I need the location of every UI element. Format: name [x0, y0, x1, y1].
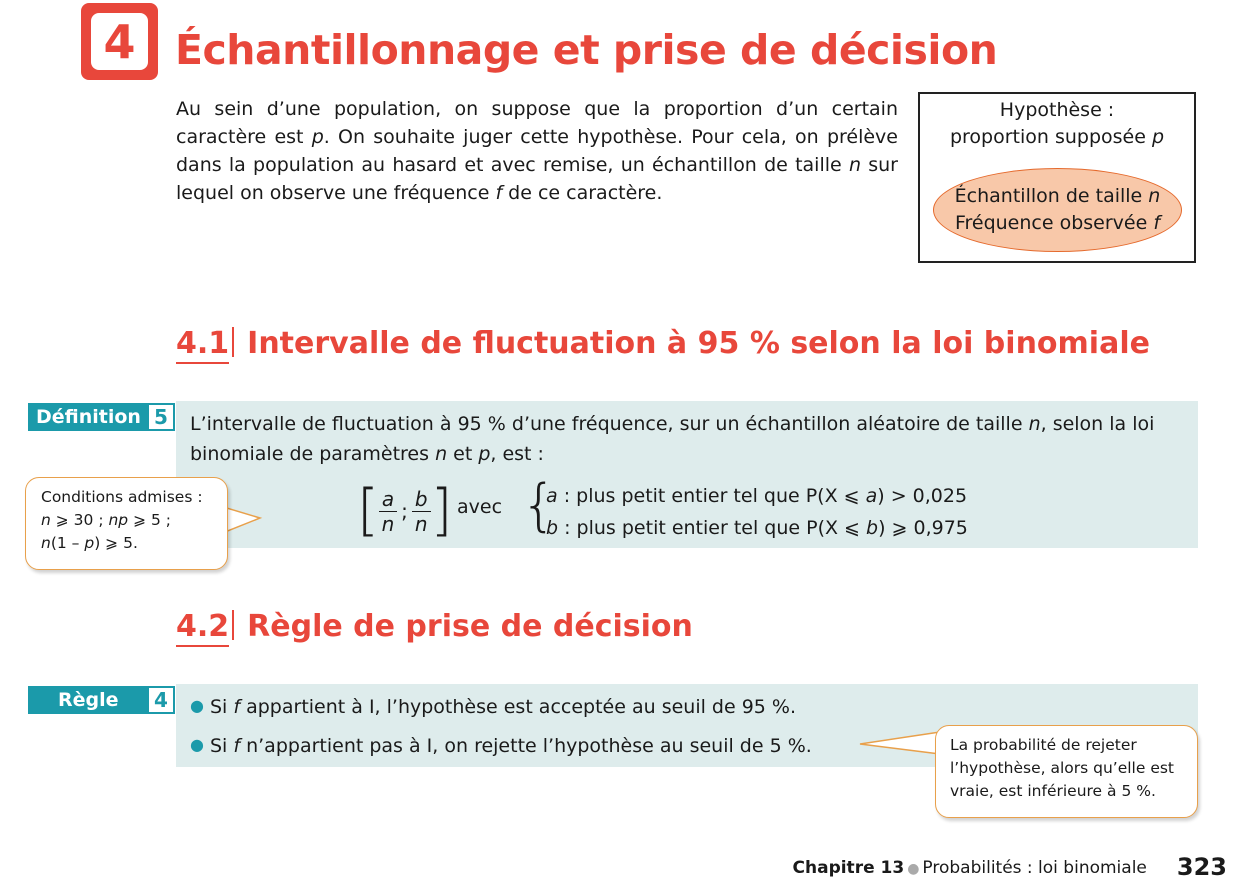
- fraction-numerator: b: [411, 487, 431, 512]
- definition-text: L’intervalle de fluctuation à 95 % d’une…: [190, 409, 1190, 469]
- rule-tag-label: Règle: [58, 689, 119, 711]
- intro-var-n: n: [848, 154, 861, 176]
- fraction-denominator: n: [414, 511, 428, 536]
- subsection-title: Intervalle de fluctuation à 95 % selon l…: [247, 326, 1150, 361]
- callout-var: n: [41, 511, 51, 529]
- sample-size-text: Échantillon de taille: [954, 185, 1149, 207]
- intro-text: de ce caractère.: [502, 182, 663, 204]
- rule-tag-number: 4: [149, 688, 173, 712]
- fraction-b-over-n: bn: [411, 487, 431, 536]
- section-number-badge: 4: [81, 3, 158, 80]
- fraction-numerator: a: [378, 487, 398, 512]
- page-footer: Chapitre 13 ● Probabilités : loi binomiale…: [793, 853, 1227, 881]
- conditions-callout-title: Conditions admises :: [41, 488, 203, 506]
- subsection-divider: [232, 610, 237, 640]
- page-number: 323: [1176, 853, 1227, 881]
- definition-tag-number: 5: [149, 405, 173, 429]
- footer-chapter: Chapitre 13: [792, 858, 905, 878]
- conditions-callout-line: n ⩾ 30 ; np ⩾ 5 ;: [41, 509, 227, 532]
- subsection-4-1-heading: 4.1 Intervalle de fluctuation à 95 % selo…: [176, 326, 1150, 364]
- hypothesis-var-p: p: [1151, 126, 1165, 148]
- right-bracket: ]: [430, 478, 453, 543]
- callout-var: p: [84, 534, 95, 552]
- avec-label: avec: [457, 496, 503, 518]
- rule-callout-pointer: [859, 731, 941, 755]
- conditions-callout-line: n(1 – p) ⩾ 5.: [41, 532, 227, 555]
- rule-callout-line: La probabilité de rejeter: [950, 736, 1137, 754]
- definition-tag-label: Définition: [36, 406, 141, 428]
- callout-var: np: [108, 511, 129, 529]
- subsection-title: Règle de prise de décision: [247, 609, 693, 644]
- fraction-denominator: n: [381, 511, 395, 536]
- fraction-separator: ;: [401, 499, 408, 523]
- callout-text: (1 –: [50, 534, 85, 552]
- definition-var-p: p: [478, 443, 491, 465]
- rule-text: n’appartient pas à I, on rejette l’hypot…: [240, 735, 812, 757]
- intro-var-p: p: [311, 126, 324, 148]
- fraction-a-over-n: an: [378, 487, 398, 536]
- definition-text-part: et: [447, 443, 479, 465]
- hypothesis-proportion: proportion supposée p: [920, 124, 1194, 151]
- callout-var: n: [41, 534, 51, 552]
- definition-var-n: n: [1028, 413, 1041, 435]
- sample-var-n: n: [1148, 185, 1161, 207]
- definition-tag: Définition 5: [28, 403, 175, 431]
- subsection-4-2-heading: 4.2 Règle de prise de décision: [176, 609, 693, 647]
- condition-text: ) > 0,025: [877, 485, 968, 507]
- observed-frequency-line: Fréquence observée f: [955, 210, 1160, 237]
- condition-var: b: [866, 517, 879, 539]
- rule-callout-line: vraie, est inférieure à 5 %.: [950, 782, 1156, 800]
- rule-callout: La probabilité de rejeter l’hypothèse, a…: [935, 725, 1198, 818]
- sample-var-f: f: [1153, 212, 1161, 234]
- sample-size-line: Échantillon de taille n: [955, 183, 1161, 210]
- section-title: Échantillonnage et prise de décision: [175, 26, 998, 74]
- conditions-callout: Conditions admises : n ⩾ 30 ; np ⩾ 5 ; n…: [25, 477, 228, 570]
- rule-item-accept: ● Si f appartient à I, l’hypothèse est ac…: [190, 696, 796, 718]
- sample-ellipse: Échantillon de taille n Fréquence observ…: [933, 168, 1182, 252]
- subsection-divider: [232, 327, 237, 357]
- rule-text: Si: [209, 696, 234, 718]
- condition-text: ) ⩾ 0,975: [878, 517, 968, 539]
- subsection-number: 4.2: [176, 609, 230, 647]
- observed-frequency-text: Fréquence observée: [954, 212, 1154, 234]
- rule-callout-line: l’hypothèse, alors qu’elle est: [950, 759, 1175, 777]
- rule-item-reject: ● Si f n’appartient pas à I, on rejette l…: [190, 735, 812, 757]
- rule-tag: Règle 4: [28, 686, 175, 714]
- bullet-icon: ●: [190, 735, 204, 754]
- condition-var: a: [546, 485, 558, 507]
- subsection-number: 4.1: [176, 326, 230, 364]
- interval-formula: [ an ; bn ]: [357, 480, 452, 542]
- section-number: 4: [91, 13, 148, 70]
- definition-text-part: , est :: [490, 443, 544, 465]
- callout-text: ⩾ 5 ;: [128, 511, 171, 529]
- footer-dot-icon: ●: [907, 861, 920, 877]
- left-bracket: [: [357, 478, 379, 543]
- condition-b: b : plus petit entier tel que P(X ⩽ b) ⩾…: [546, 512, 968, 544]
- condition-text: : plus petit entier tel que P(X ⩽: [557, 485, 866, 507]
- hypothesis-proportion-text: proportion supposée: [949, 126, 1152, 148]
- rule-text: Si: [209, 735, 234, 757]
- condition-var: a: [865, 485, 878, 507]
- interval-conditions: a : plus petit entier tel que P(X ⩽ a) >…: [546, 480, 968, 544]
- condition-a: a : plus petit entier tel que P(X ⩽ a) >…: [546, 480, 968, 512]
- footer-subject: Probabilités : loi binomiale: [922, 858, 1147, 878]
- condition-text: : plus petit entier tel que P(X ⩽: [558, 517, 867, 539]
- bullet-icon: ●: [190, 696, 204, 715]
- condition-var: b: [546, 517, 559, 539]
- intro-paragraph: Au sein d’une population, on suppose que…: [176, 95, 898, 207]
- callout-text: ) ⩾ 5.: [94, 534, 138, 552]
- definition-text-part: L’intervalle de fluctuation à 95 % d’une…: [190, 413, 1029, 435]
- hypothesis-label: Hypothèse :: [999, 99, 1115, 121]
- hypothesis-box: Hypothèse : proportion supposée p Échant…: [918, 92, 1196, 263]
- callout-text: ⩾ 30 ;: [50, 511, 109, 529]
- definition-var-n: n: [435, 443, 448, 465]
- rule-text: appartient à I, l’hypothèse est acceptée…: [240, 696, 797, 718]
